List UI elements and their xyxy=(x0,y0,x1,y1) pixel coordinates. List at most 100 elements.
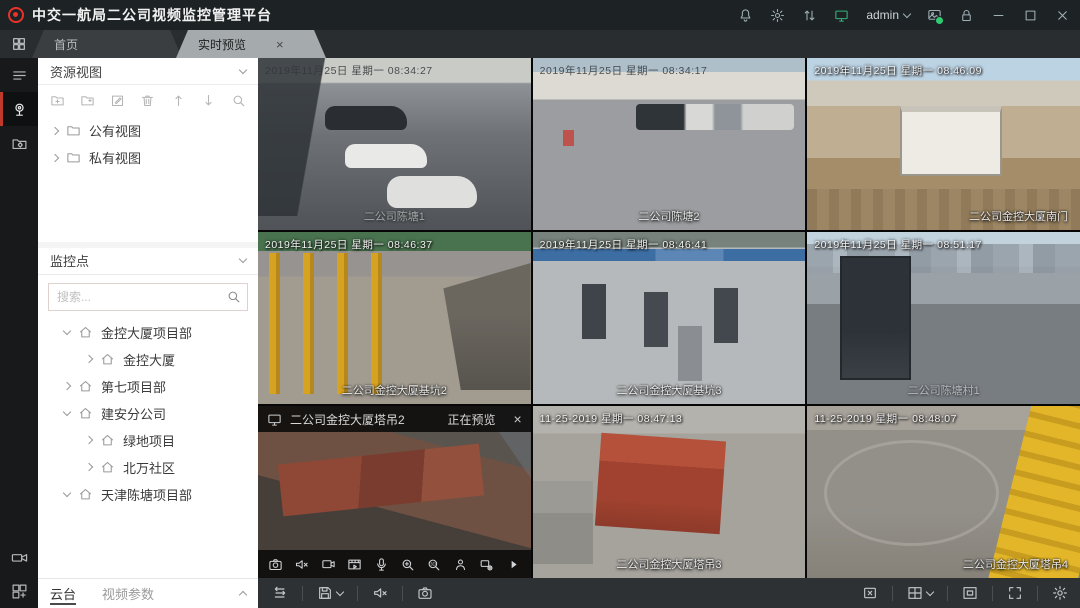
video-cell-6[interactable]: 2019年11月25日 星期一 08:51:17二公司陈塘村1 xyxy=(807,232,1080,404)
strip-item-camera-view[interactable] xyxy=(0,92,38,126)
monitor-tree-item[interactable]: 天津陈塘项目部 xyxy=(38,481,258,508)
tab-close-icon[interactable]: × xyxy=(276,37,284,52)
monitor-tree-item[interactable]: 建安分公司 xyxy=(38,400,258,427)
tab-ptz[interactable]: 云台 xyxy=(50,579,76,608)
add-view-group-icon[interactable] xyxy=(50,93,65,108)
user-menu[interactable]: admin xyxy=(866,8,910,22)
monitor-status-icon[interactable] xyxy=(834,8,849,23)
side-panel: 资源视图 公有视图私有视图 监控点 金控大厦项目部金控大厦第七项目部建安分公司绿… xyxy=(38,58,258,608)
bottom-toolbar xyxy=(258,578,1080,608)
mute-icon[interactable] xyxy=(372,585,388,601)
tab-实时预览[interactable]: 实时预览 × xyxy=(176,30,326,58)
monitor-tree-item[interactable]: 北万社区 xyxy=(38,454,258,481)
video-cell-2[interactable]: 2019年11月25日 星期一 08:34:17二公司陈塘2 xyxy=(533,58,806,230)
chevron-up-icon[interactable] xyxy=(239,591,247,599)
snapshot-icon[interactable] xyxy=(268,557,283,572)
strip-item-resource-config[interactable] xyxy=(0,126,38,160)
chevron-icon xyxy=(85,436,93,444)
smart-tracking-icon[interactable] xyxy=(453,557,468,572)
add-view-icon[interactable] xyxy=(80,93,95,108)
apps-grid-icon[interactable] xyxy=(0,30,38,58)
monitor-tree-item[interactable]: 金控大厦项目部 xyxy=(38,319,258,346)
divider xyxy=(892,586,893,601)
monitor-tree-item[interactable]: 第七项目部 xyxy=(38,373,258,400)
notifications-icon[interactable] xyxy=(738,8,753,23)
video-cell-9[interactable]: 11-25-2019 星期一 08:48:07二公司金控大厦塔吊4 xyxy=(807,406,1080,578)
move-down-icon[interactable] xyxy=(201,93,216,108)
monitor-status-icon xyxy=(267,412,282,427)
resource-view-header[interactable]: 资源视图 xyxy=(38,58,258,85)
tab-video-params[interactable]: 视频参数 xyxy=(102,579,154,608)
tree-item-label: 天津陈塘项目部 xyxy=(101,485,192,504)
video-cell-4[interactable]: 2019年11月25日 星期一 08:46:37二公司金控大厦基坑2 xyxy=(258,232,531,404)
osd-timestamp: 2019年11月25日 星期一 08:34:17 xyxy=(540,63,708,78)
stream-switch-icon[interactable] xyxy=(272,585,288,601)
tab-label: 首页 xyxy=(54,36,78,53)
ptz-control-icon[interactable] xyxy=(479,557,494,572)
strip-item-menu[interactable] xyxy=(0,58,38,92)
chevron-down-icon xyxy=(239,65,247,73)
divider xyxy=(302,586,303,601)
search-icon[interactable] xyxy=(231,93,246,108)
mute-icon[interactable] xyxy=(294,557,309,572)
close-icon[interactable] xyxy=(1055,8,1070,23)
resource-view-title: 资源视图 xyxy=(50,62,102,81)
strip-item-add-layout[interactable] xyxy=(0,574,38,608)
instant-playback-icon[interactable] xyxy=(347,557,362,572)
maximize-icon[interactable] xyxy=(1023,8,1038,23)
screenshot-status-icon[interactable] xyxy=(927,8,942,23)
data-exchange-icon[interactable] xyxy=(802,8,817,23)
title-bar: 中交一航局二公司视频监控管理平台 admin xyxy=(0,0,1080,30)
digital-zoom-icon[interactable] xyxy=(400,557,415,572)
tab-首页[interactable]: 首页 xyxy=(32,30,182,58)
snapshot-icon[interactable] xyxy=(417,585,433,601)
tab-label: 实时预览 xyxy=(198,36,246,53)
record-icon[interactable] xyxy=(321,557,336,572)
video-cell-8[interactable]: 11-25-2019 星期一 08:47:13二公司金控大厦塔吊3 xyxy=(533,406,806,578)
app-window: 中交一航局二公司视频监控管理平台 admin 首页 实时预览 × 资源视图 xyxy=(0,0,1080,608)
divider xyxy=(1037,586,1038,601)
close-all-icon[interactable] xyxy=(862,585,878,601)
tree-item-label: 第七项目部 xyxy=(101,377,166,396)
preview-cell-header: 二公司金控大厦塔吊2正在预览× xyxy=(258,406,531,432)
content-area: 2019年11月25日 星期一 08:34:27二公司陈塘12019年11月25… xyxy=(258,58,1080,608)
window-division-menu[interactable] xyxy=(907,585,933,601)
resource-tree-item[interactable]: 公有视图 xyxy=(38,117,258,144)
search-input[interactable] xyxy=(48,283,248,311)
two-way-audio-icon[interactable] xyxy=(374,557,389,572)
video-cell-3[interactable]: 2019年11月25日 星期一 08:46:09二公司金控大厦南门 xyxy=(807,58,1080,230)
lock-icon[interactable] xyxy=(959,8,974,23)
edit-icon[interactable] xyxy=(110,93,125,108)
search-icon xyxy=(226,289,241,304)
single-window-icon[interactable] xyxy=(962,585,978,601)
monitor-points-header[interactable]: 监控点 xyxy=(38,242,258,275)
resource-tree-item[interactable]: 私有视图 xyxy=(38,144,258,171)
svg-text:3D: 3D xyxy=(431,561,437,566)
chevron-icon xyxy=(63,407,71,415)
osd-camera-name: 二公司金控大厦南门 xyxy=(807,208,1080,224)
tree-item-label: 金控大厦 xyxy=(123,350,175,369)
resource-tree: 公有视图私有视图 xyxy=(38,115,258,171)
monitor-tree: 金控大厦项目部金控大厦第七项目部建安分公司绿地项目北万社区天津陈塘项目部 xyxy=(38,317,258,579)
move-up-icon[interactable] xyxy=(171,93,186,108)
video-cell-5[interactable]: 2019年11月25日 星期一 08:46:41二公司金控大厦基坑3 xyxy=(533,232,806,404)
fullscreen-icon[interactable] xyxy=(1007,585,1023,601)
home-icon xyxy=(78,325,93,340)
save-menu[interactable] xyxy=(317,585,343,601)
tree-item-label: 建安分公司 xyxy=(101,404,166,423)
strip-item-video-wall[interactable] xyxy=(0,540,38,574)
app-title: 中交一航局二公司视频监控管理平台 xyxy=(32,5,272,25)
video-cell-1[interactable]: 2019年11月25日 星期一 08:34:27二公司陈塘1 xyxy=(258,58,531,230)
chevron-icon xyxy=(51,153,59,161)
close-preview-icon[interactable]: × xyxy=(513,411,521,427)
more-icon[interactable] xyxy=(506,557,521,572)
settings-icon[interactable] xyxy=(1052,585,1068,601)
monitor-tree-item[interactable]: 金控大厦 xyxy=(38,346,258,373)
settings-icon[interactable] xyxy=(770,8,785,23)
delete-icon[interactable] xyxy=(140,93,155,108)
minimize-icon[interactable] xyxy=(991,8,1006,23)
3d-zoom-icon[interactable]: 3D xyxy=(426,557,441,572)
monitor-tree-item[interactable]: 绿地项目 xyxy=(38,427,258,454)
video-cell-7[interactable]: 二公司金控大厦塔吊2正在预览× 3D xyxy=(258,406,531,578)
titlebar-actions: admin xyxy=(738,8,1070,23)
